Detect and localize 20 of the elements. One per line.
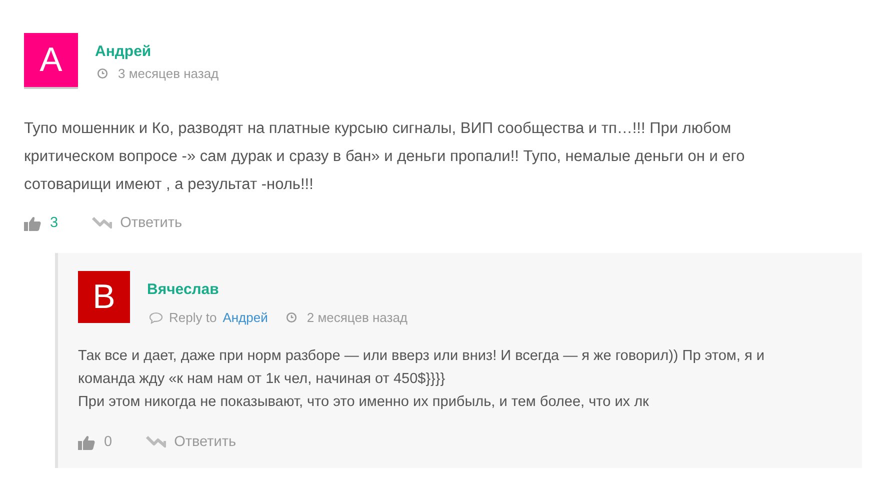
comment-text: Так все и дает, даже при норм разборе — или вверз или вниз! И всегда — я же говорил)) Пр этом, я и команда жду «к нам нам от 1к чел, начиная от 450$}}}} — [78, 347, 766, 389]
speech-bubble-icon — [149, 312, 163, 324]
reply-to-label: Reply to — [169, 310, 217, 325]
like-count: 3 — [50, 215, 58, 231]
avatar: B — [78, 271, 130, 323]
comment-time: 3 месяцев назад — [118, 66, 219, 81]
like-count: 0 — [104, 434, 112, 450]
comment-time: 2 месяцев назад — [306, 310, 408, 325]
thumbs-up-icon[interactable] — [24, 216, 41, 230]
reply-button[interactable]: Ответить — [120, 215, 182, 231]
comment-text: Тупо мошенник и Ко, разводят на платные курсыю сигналы, ВИП сообщества и тп…!!! При любом критическом вопросе -» сам дурак и сразу в бан» и деньги пропали!! Тупо, немалые деньги он и его сотоварищи имеют , а результат -ноль!!! — [24, 119, 746, 195]
author-name[interactable]: Андрей — [95, 43, 219, 60]
comment-text: При этом никогда не показывают, что это именно их прибыль, и тем более, что их лк — [78, 393, 650, 412]
avatar: A — [24, 33, 78, 89]
author-name[interactable]: Вячеслав — [147, 281, 408, 298]
clock-icon — [286, 312, 297, 323]
thumbs-up-icon[interactable] — [78, 434, 95, 450]
clock-icon — [97, 68, 108, 79]
reply-button[interactable]: Ответить — [174, 434, 236, 450]
reply-to-link[interactable]: Андрей — [222, 310, 268, 325]
